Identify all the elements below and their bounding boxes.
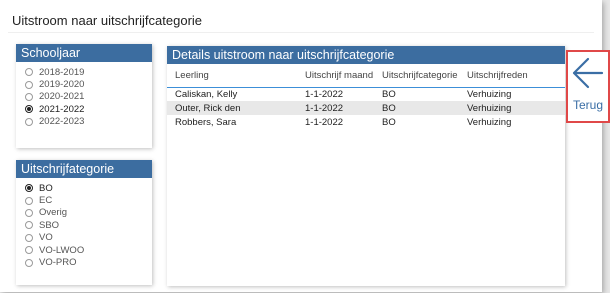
page-title: Uitstroom naar uitschrijfcategorie [12,13,203,28]
table-body: Caliskan, Kelly 1-1-2022 BO Verhuizing Outer… [167,87,565,129]
table-cell: Verhuizing [467,116,512,128]
categorie-option[interactable]: Overig [25,207,152,219]
categorie-option-label: BO [39,182,53,194]
radio-button[interactable] [25,105,33,114]
report-canvas: Uitstroom naar uitschrijfcategorie Schoo… [0,0,602,292]
table-cell: Verhuizing [467,88,512,100]
schooljaar-option-label: 2022-2023 [39,116,85,128]
categorie-option-label: SBO [39,219,60,231]
radio-button[interactable] [25,68,33,77]
table-row[interactable]: Outer, Rick den 1-1-2022 BO Verhuizing [167,101,565,115]
categorie-option-label: EC [39,195,53,207]
schooljaar-option-label: 2018-2019 [39,66,85,78]
schooljaar-option[interactable]: 2019-2020 [25,78,152,90]
schooljaar-option-label: 2020-2021 [39,91,85,103]
categorie-options: BO EC Overig SBO VO VO-LWOO VO-PRO [16,178,152,269]
categorie-option-label: Overig [39,207,67,219]
details-table: Leerling Uitschrijf maand Uitschrijfcatego… [167,64,565,129]
radio-button[interactable] [25,233,33,242]
table-row[interactable]: Robbers, Sara 1-1-2022 BO Verhuizing [167,115,565,129]
title-divider [8,32,594,33]
column-header[interactable]: Uitschrijfreden [459,64,565,88]
table-cell: 1-1-2022 [297,101,374,115]
schooljaar-option[interactable]: 2021-2022 [25,103,152,115]
table-cell: Outer, Rick den [167,101,297,115]
column-header[interactable]: Leerling [167,64,297,88]
radio-button[interactable] [25,117,33,126]
radio-button[interactable] [25,184,33,193]
details-table-title: Details uitstroom naar uitschrijfcategor… [167,46,565,64]
categorie-option-label: VO-PRO [39,257,77,269]
radio-button[interactable] [25,80,33,89]
column-header[interactable]: Uitschrijf maand [297,64,374,88]
categorie-slicer-title: Uitschrijfategorie [16,160,152,178]
categorie-option-label: VO [39,232,53,244]
schooljaar-option[interactable]: 2022-2023 [25,116,152,128]
schooljaar-option-label: 2021-2022 [39,103,85,115]
categorie-option[interactable]: VO [25,232,152,244]
schooljaar-slicer: Schooljaar 2018-2019 2019-2020 2020-2021 20… [16,44,152,148]
table-row[interactable]: Caliskan, Kelly 1-1-2022 BO Verhuizing [167,87,565,101]
table-cell: BO [382,88,396,100]
table-cell: Verhuizing [459,101,565,115]
table-cell: BO [374,101,459,115]
radio-button[interactable] [25,92,33,101]
radio-button[interactable] [25,258,33,267]
categorie-option[interactable]: VO-PRO [25,256,152,268]
table-cell: Caliskan, Kelly [175,88,238,100]
schooljaar-option[interactable]: 2018-2019 [25,66,152,78]
table-cell: 1-1-2022 [305,116,344,128]
categorie-option-label: VO-LWOO [39,244,85,256]
arrow-left-icon [572,57,604,89]
categorie-slicer: Uitschrijfategorie BO EC Overig SBO VO VO-LWO… [16,160,152,285]
back-button-label: Terug [572,98,604,112]
column-header[interactable]: Uitschrijfcategorie [374,64,459,88]
radio-button[interactable] [25,246,33,255]
categorie-option[interactable]: VO-LWOO [25,244,152,256]
radio-button[interactable] [25,196,33,205]
radio-button[interactable] [25,221,33,230]
schooljaar-option-label: 2019-2020 [39,79,85,91]
table-cell: BO [382,116,396,128]
schooljaar-option[interactable]: 2020-2021 [25,91,152,103]
table-cell: 1-1-2022 [305,88,344,100]
table-cell: Robbers, Sara [175,116,237,128]
categorie-option[interactable]: SBO [25,219,152,231]
details-table-visual: Details uitstroom naar uitschrijfcategor… [167,46,565,286]
categorie-option[interactable]: BO [25,182,152,194]
radio-button[interactable] [25,208,33,217]
back-button[interactable]: Terug [566,50,610,123]
schooljaar-slicer-title: Schooljaar [16,44,152,62]
schooljaar-options: 2018-2019 2019-2020 2020-2021 2021-2022 2022… [16,62,152,128]
table-header-row: Leerling Uitschrijf maand Uitschrijfcatego… [167,64,565,88]
categorie-option[interactable]: EC [25,194,152,206]
